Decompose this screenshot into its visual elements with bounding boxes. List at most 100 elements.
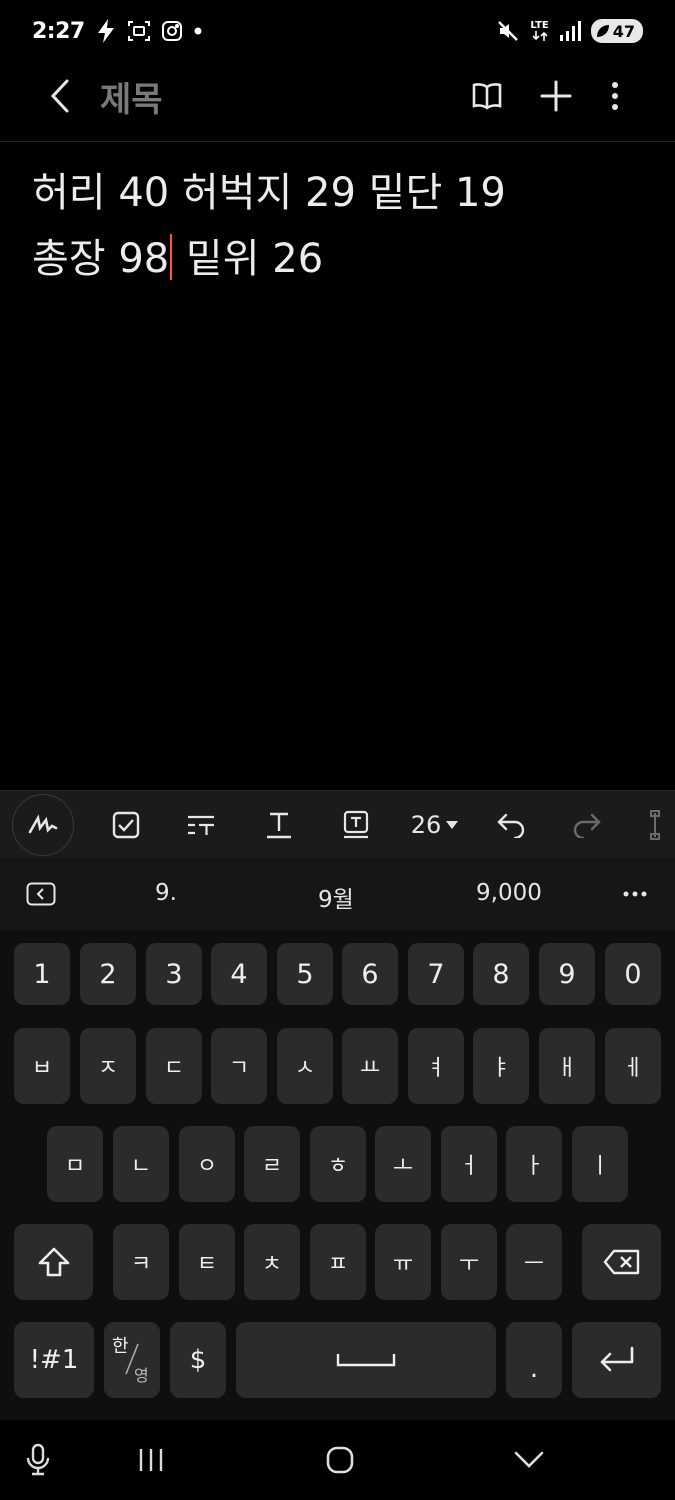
symbols-key[interactable]: !#1 <box>14 1322 94 1398</box>
undo-button[interactable] <box>491 805 531 845</box>
status-bar: 2:27 LTE 47 <box>0 0 675 62</box>
key[interactable]: ㄷ <box>146 1028 202 1104</box>
more-horizontal-icon <box>623 891 647 897</box>
key[interactable]: ㅋ <box>113 1224 169 1300</box>
key[interactable]: ㅜ <box>441 1224 497 1300</box>
navigation-bar <box>0 1420 675 1500</box>
key[interactable]: 4 <box>211 943 267 1005</box>
notification-dot-icon <box>193 26 203 36</box>
checkbox-icon <box>112 811 140 839</box>
paragraph-style-button[interactable] <box>181 805 221 845</box>
status-time: 2:27 <box>32 18 85 44</box>
backspace-key[interactable] <box>582 1224 661 1300</box>
suggestion-bar: 9. 9월 9,000 <box>0 858 675 930</box>
key[interactable]: ㅡ <box>506 1224 562 1300</box>
shift-key[interactable] <box>14 1224 93 1300</box>
key[interactable]: 0 <box>605 943 661 1005</box>
key[interactable]: ㄱ <box>211 1028 267 1104</box>
paragraph-icon <box>188 815 214 835</box>
suggestion-item[interactable]: 9월 <box>318 880 354 914</box>
home-button[interactable] <box>318 1440 362 1480</box>
key[interactable]: 1 <box>14 943 70 1005</box>
note-line: 총장 98 밑위 26 <box>32 234 324 282</box>
app-header: 제목 <box>0 62 675 140</box>
key[interactable]: ㅎ <box>310 1126 366 1202</box>
key[interactable]: ㅂ <box>14 1028 70 1104</box>
period-key[interactable]: . <box>506 1322 562 1398</box>
key[interactable]: ㄴ <box>113 1126 169 1202</box>
power-saving-leaf-icon <box>595 23 611 39</box>
undo-icon <box>497 813 525 838</box>
formatting-toolbar: 26 <box>0 790 675 858</box>
suggestion-item[interactable]: 9. <box>155 880 177 906</box>
backspace-icon <box>603 1249 639 1275</box>
suggestion-more-button[interactable] <box>619 880 651 908</box>
signal-icon <box>559 21 581 41</box>
key[interactable]: ㅁ <box>47 1126 103 1202</box>
key[interactable]: ㅓ <box>441 1126 497 1202</box>
header-divider <box>0 141 675 142</box>
key[interactable]: ㅔ <box>605 1028 661 1104</box>
key[interactable]: ㄹ <box>244 1126 300 1202</box>
reading-mode-button[interactable] <box>467 76 507 116</box>
key[interactable]: ㅇ <box>179 1126 235 1202</box>
text-box-button[interactable] <box>336 805 376 845</box>
font-size-dropdown[interactable]: 26 <box>406 805 464 845</box>
enter-key[interactable] <box>572 1322 661 1398</box>
note-editor[interactable]: 허리 40 허벅지 29 밑단 19 총장 98 밑위 26 <box>32 160 652 292</box>
redo-icon <box>573 813 601 838</box>
more-options-button[interactable] <box>595 76 635 116</box>
home-icon <box>326 1446 354 1474</box>
more-tools-button[interactable] <box>640 805 670 845</box>
handwriting-button[interactable] <box>12 794 74 856</box>
text-caret <box>170 234 173 280</box>
key[interactable]: ㅅ <box>277 1028 333 1104</box>
microphone-icon <box>26 1443 50 1476</box>
key[interactable]: 5 <box>277 943 333 1005</box>
key[interactable]: 3 <box>146 943 202 1005</box>
book-icon <box>472 83 502 110</box>
space-key[interactable] <box>236 1322 496 1398</box>
currency-key[interactable]: $ <box>170 1322 226 1398</box>
note-title[interactable]: 제목 <box>100 72 163 121</box>
instagram-icon <box>161 20 183 42</box>
text-style-button[interactable] <box>259 805 299 845</box>
key[interactable]: ㅐ <box>539 1028 595 1104</box>
key[interactable]: 9 <box>539 943 595 1005</box>
key[interactable]: ㅛ <box>342 1028 398 1104</box>
chevron-left-box-icon <box>26 882 56 906</box>
space-bar-icon <box>336 1354 396 1367</box>
pen-scribble-icon <box>28 814 58 834</box>
key[interactable]: ㅠ <box>375 1224 431 1300</box>
key[interactable]: 7 <box>408 943 464 1005</box>
key[interactable]: ㅏ <box>506 1126 562 1202</box>
shift-arrow-icon <box>38 1247 69 1277</box>
key[interactable]: ㅌ <box>179 1224 235 1300</box>
key[interactable]: 6 <box>342 943 398 1005</box>
note-line: 허리 40 허벅지 29 밑단 19 <box>32 170 506 216</box>
key[interactable]: 8 <box>473 943 529 1005</box>
collapse-suggestions-button[interactable] <box>25 880 57 908</box>
key[interactable]: ㅈ <box>80 1028 136 1104</box>
hide-keyboard-button[interactable] <box>507 1440 551 1480</box>
redo-button[interactable] <box>567 805 607 845</box>
key[interactable]: ㅣ <box>572 1126 628 1202</box>
checkbox-button[interactable] <box>106 805 146 845</box>
back-button[interactable] <box>40 76 80 116</box>
chevron-left-icon <box>50 79 69 113</box>
recent-apps-icon <box>139 1449 163 1471</box>
key[interactable]: ㅊ <box>244 1224 300 1300</box>
key[interactable]: ㅑ <box>473 1028 529 1104</box>
plus-icon <box>540 80 572 112</box>
key[interactable]: ㅗ <box>375 1126 431 1202</box>
voice-input-button[interactable] <box>16 1440 60 1480</box>
key[interactable]: ㅕ <box>408 1028 464 1104</box>
recent-apps-button[interactable] <box>129 1440 173 1480</box>
key[interactable]: ㅍ <box>310 1224 366 1300</box>
key[interactable]: 2 <box>80 943 136 1005</box>
language-switch-key[interactable]: 한 영 <box>104 1322 160 1398</box>
lte-icon: LTE <box>530 21 549 41</box>
dropdown-arrow-icon <box>446 821 459 829</box>
add-button[interactable] <box>536 76 576 116</box>
suggestion-item[interactable]: 9,000 <box>476 880 542 906</box>
